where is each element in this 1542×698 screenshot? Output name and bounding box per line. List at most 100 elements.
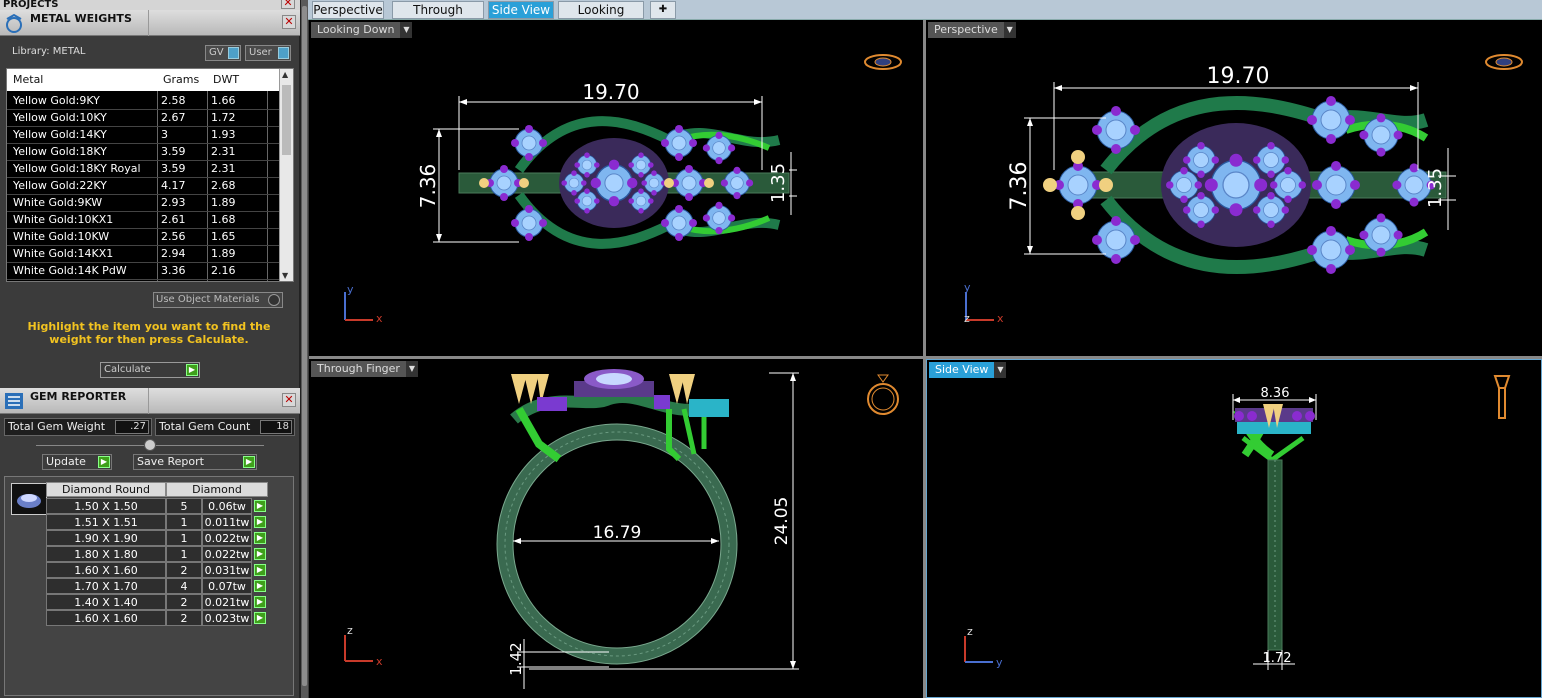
play-icon[interactable]: ▶	[254, 596, 266, 608]
gem-close-icon[interactable]: ✕	[282, 393, 296, 407]
viewport-menu-perspective[interactable]: Perspective ▼	[928, 22, 1016, 38]
gem-weight: 0.022tw	[202, 530, 252, 546]
metal-table[interactable]: Metal Grams DWT Yellow Gold:9KY 2.58 1.66 Y…	[6, 68, 294, 282]
gem-size: 1.60 X 1.60	[46, 562, 166, 578]
update-button[interactable]: Update ▶	[42, 454, 112, 470]
calculate-button[interactable]: Calculate ▶	[100, 362, 200, 378]
play-icon[interactable]: ▶	[254, 532, 266, 544]
metal-weights-title: METAL WEIGHTS	[30, 12, 132, 25]
slider-handle[interactable]	[144, 439, 156, 451]
viewport-menu-side-view[interactable]: Side View ▼	[929, 362, 1007, 378]
gem-row[interactable]: 1.60 X 1.60 2 0.031tw ▶	[46, 562, 268, 578]
gem-row[interactable]: 1.90 X 1.90 1 0.022tw ▶	[46, 530, 268, 546]
grams-value: 2.61	[161, 213, 186, 226]
viewport-perspective[interactable]: 19.70 7.36 1.35 y z x Perspective ▼	[926, 20, 1542, 356]
col-dwt[interactable]: DWT	[213, 73, 239, 86]
gem-row[interactable]: 1.50 X 1.50 5 0.06tw ▶	[46, 498, 268, 514]
gem-row[interactable]: 1.60 X 1.60 2 0.023tw ▶	[46, 610, 268, 626]
viewport-menu-looking-down[interactable]: Looking Down ▼	[311, 22, 413, 38]
gv-toggle[interactable]: GV	[205, 45, 241, 61]
svg-text:y: y	[347, 283, 354, 296]
col-grams[interactable]: Grams	[163, 73, 199, 86]
play-icon[interactable]: ▶	[254, 564, 266, 576]
tab-perspective[interactable]: Perspective	[312, 1, 384, 19]
gem-row[interactable]: 1.80 X 1.80 1 0.022tw ▶	[46, 546, 268, 562]
table-row[interactable]: White Gold:10KX1 2.61 1.68	[7, 212, 281, 229]
view-cube-icon[interactable]	[1485, 54, 1523, 70]
gem-reporter-icon	[5, 393, 23, 409]
table-row[interactable]: Yellow Gold:18KY Royal 3.59 2.31	[7, 161, 281, 178]
table-row[interactable]: Yellow Gold:14KY 3 1.93	[7, 127, 281, 144]
gem-reporter-titlebar: GEM REPORTER ✕	[0, 388, 300, 414]
play-icon[interactable]: ▶	[186, 364, 198, 376]
gem-row[interactable]: 1.51 X 1.51 1 0.011tw ▶	[46, 514, 268, 530]
side-view-icon[interactable]	[1493, 375, 1511, 419]
tab-looking-down[interactable]: Looking Down	[558, 1, 644, 33]
dwt-value: 1.68	[211, 213, 236, 226]
play-icon[interactable]: ▶	[254, 612, 266, 624]
tab-side-view[interactable]: Side View	[488, 1, 554, 19]
dwt-value: 1.66	[211, 94, 236, 107]
use-object-materials-checkbox[interactable]: Use Object Materials	[153, 292, 283, 308]
play-icon[interactable]: ▶	[254, 516, 266, 528]
total-gem-weight-value: .27	[115, 420, 149, 434]
play-icon[interactable]: ▶	[98, 456, 110, 468]
table-row[interactable]: Yellow Gold:18KY 3.59 2.31	[7, 144, 281, 161]
viewport-through-finger[interactable]: 16.79 24.05 1.42 z x Through Finger ▼	[309, 359, 923, 698]
left-panel: PROJECTS METAL WEIGHTS ✕ ✕ Library: META…	[0, 0, 300, 698]
add-tab-icon[interactable]: ✚	[650, 1, 676, 19]
chevron-down-icon[interactable]: ▼	[1003, 22, 1016, 38]
play-icon[interactable]: ▶	[254, 580, 266, 592]
user-toggle[interactable]: User	[245, 45, 291, 61]
projects-header[interactable]: PROJECTS	[0, 0, 300, 10]
col-metal[interactable]: Metal	[13, 73, 43, 86]
projects-close-icon[interactable]: ✕	[281, 0, 295, 9]
gem-row[interactable]: 1.70 X 1.70 4 0.07tw ▶	[46, 578, 268, 594]
chevron-down-icon[interactable]: ▼	[405, 361, 418, 377]
dwt-value: 1.89	[211, 196, 236, 209]
play-icon[interactable]: ▶	[254, 500, 266, 512]
viewport-looking-down[interactable]: 19.70 7.36 1.35 y x Looking Down ▼	[309, 20, 923, 356]
total-gem-count-value: 18	[260, 420, 292, 434]
metal-name: Yellow Gold:18KY	[13, 145, 107, 158]
checkbox-icon[interactable]	[268, 294, 280, 306]
ring-view-icon[interactable]	[867, 374, 899, 415]
grams-value: 2.56	[161, 230, 186, 243]
gem-row[interactable]: 1.40 X 1.40 2 0.021tw ▶	[46, 594, 268, 610]
view-cube-icon[interactable]	[864, 54, 902, 70]
gem-weight: 0.021tw	[202, 594, 252, 610]
dwt-value: 2.68	[211, 179, 236, 192]
play-icon[interactable]: ▶	[254, 548, 266, 560]
gem-thumbnail[interactable]	[11, 483, 47, 515]
user-label: User	[249, 47, 272, 58]
gem-count: 1	[166, 530, 202, 546]
viewport-tabbar: Perspective Through Finger Side View Loo…	[308, 0, 1542, 33]
table-row[interactable]: White Gold:9KW 2.93 1.89	[7, 195, 281, 212]
left-panel-scrollbar[interactable]	[300, 0, 308, 698]
grams-value: 3.36	[161, 264, 186, 277]
horizontal-splitter[interactable]	[309, 356, 1542, 359]
chevron-down-icon[interactable]: ▼	[994, 362, 1007, 378]
tab-through-finger[interactable]: Through Finger	[392, 1, 484, 33]
dim-height-label: 7.36	[416, 164, 440, 209]
play-icon[interactable]: ▶	[243, 456, 255, 468]
metal-name: White Gold:9KW	[13, 196, 103, 209]
dwt-value: 1.65	[211, 230, 236, 243]
metal-weights-titlebar: METAL WEIGHTS ✕	[0, 10, 300, 36]
dim-inner-label: 16.79	[593, 523, 642, 543]
table-row[interactable]: White Gold:10KW 2.56 1.65	[7, 229, 281, 246]
table-row[interactable]: Yellow Gold:10KY 2.67 1.72	[7, 110, 281, 127]
viewport-menu-through-finger[interactable]: Through Finger ▼	[311, 361, 418, 377]
metal-table-scrollbar[interactable]: ▲ ▼	[279, 69, 293, 281]
table-row[interactable]: White Gold:14K PdW 3.36 2.16	[7, 263, 281, 280]
chevron-down-icon[interactable]: ▼	[400, 22, 413, 38]
close-icon[interactable]: ✕	[282, 15, 296, 29]
viewport-side-view[interactable]: 8.36 1.72 z y Side View ▼	[926, 359, 1542, 698]
table-row[interactable]: Yellow Gold:9KY 2.58 1.66	[7, 93, 281, 110]
table-row[interactable]: Yellow Gold:22KY 4.17 2.68	[7, 178, 281, 195]
save-report-button[interactable]: Save Report ▶	[133, 454, 257, 470]
table-row[interactable]: White Gold:14KX1 2.94 1.89	[7, 246, 281, 263]
metal-name: White Gold:10KW	[13, 230, 110, 243]
vertical-splitter[interactable]	[923, 20, 926, 698]
calculate-label: Calculate	[104, 364, 151, 375]
